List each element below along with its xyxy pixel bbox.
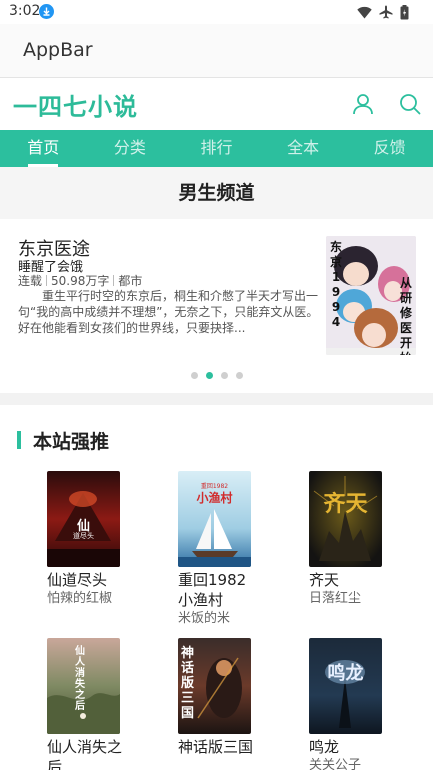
cover-char: 医 [399,321,412,335]
cover-text: 齐天 [323,492,368,517]
site-logo[interactable]: 一四七小说 [13,87,138,122]
book-cover[interactable]: 重回1982 小渔村 [178,471,251,567]
app-bar: AppBar [0,24,433,78]
tab-feedback[interactable]: 反馈 [346,130,433,167]
featured-book-card[interactable]: 东京医途 睡醒了会饿 连载 50.98万字 都市 重生平行时空的东京后，桐生和介… [0,219,433,393]
cover-char: 京 [329,255,342,269]
tab-complete[interactable]: 全本 [260,130,347,167]
cover-char: 9 [331,300,341,314]
book-title[interactable]: 仙道尽头 [47,570,123,590]
featured-status: 连载 [18,274,43,288]
book-title[interactable]: 仙人消失之后 [47,737,123,770]
cover-text: 鸣龙 [327,663,364,684]
download-icon [39,4,54,19]
tab-ranking[interactable]: 排行 [173,130,260,167]
cover-subtext: 道尽头 [73,532,94,540]
section-marker [17,431,21,449]
cover-char: 4 [331,315,341,329]
carousel-dot-active[interactable] [205,372,213,379]
book-title[interactable]: 神话版三国 [178,737,254,757]
cover-char: 修 [399,306,412,320]
book-cover[interactable]: 神话版三国 [178,638,251,734]
featured-cover[interactable]: 东 京 1 9 9 4 从 研 修 医 开 始 [326,236,416,355]
cover-char: 研 [399,291,412,305]
wifi-icon [357,6,372,18]
cover-text: 仙人消失之后 [75,646,85,712]
book-cover[interactable]: 齐天 [309,471,382,567]
book-author: 日落红尘 [309,591,362,606]
meta-divider [46,275,48,286]
featured-category: 都市 [118,274,143,288]
user-icon[interactable] [351,92,375,116]
carousel-indicator [0,372,433,379]
channel-title: 男生频道 [0,167,433,219]
book-author: 怕辣的红椒 [47,591,113,606]
cover-char: 开 [399,336,412,350]
cover-char: 9 [331,285,341,299]
main-nav: 首页 分类 排行 全本 反馈 [0,130,433,167]
meta-divider [113,275,115,286]
section-divider [0,393,433,405]
book-cover[interactable]: 仙人消失之后 [47,638,120,734]
carousel-dot[interactable] [235,372,243,379]
tab-home[interactable]: 首页 [0,130,87,167]
book-author: 关关公子 [309,758,362,770]
status-time: 3:02 [9,3,41,19]
cover-char: 东 [329,240,342,254]
cover-char: 1 [331,270,341,284]
book-cover[interactable]: 鸣龙 [309,638,382,734]
cover-char: 从 [399,276,412,290]
featured-description: 重生平行时空的东京后，桐生和介憋了半天才写出一句“我的高中成绩并不理想”，无奈之… [18,289,319,335]
status-icons [357,4,409,20]
cover-text: 神话版三国 [181,646,195,721]
book-card[interactable]: 仙 道尽头 仙道尽头 怕辣的红椒 [47,471,137,608]
book-author: 米饭的米 [178,611,231,626]
book-card[interactable]: 齐天 齐天 日落红尘 [309,471,399,608]
featured-meta: 连载 50.98万字 都市 [18,272,142,289]
book-title[interactable]: 齐天 [309,570,385,590]
book-card[interactable]: 重回1982 小渔村 重回1982小渔村 米饭的米 [178,471,268,628]
carousel-dot[interactable] [190,372,198,379]
book-card[interactable]: 鸣龙 鸣龙 关关公子 [309,638,399,770]
airplane-icon [379,5,393,19]
book-title[interactable]: 重回1982小渔村 [178,570,254,610]
appbar-title: AppBar [23,39,93,61]
cover-char: 始 [400,351,412,355]
carousel-dot[interactable] [220,372,228,379]
book-card[interactable]: 仙人消失之后 仙人消失之后 [47,638,137,770]
site-header: 一四七小说 [0,78,433,130]
status-bar: 3:02 [0,0,433,24]
tab-category[interactable]: 分类 [87,130,174,167]
search-icon[interactable] [398,92,422,116]
book-card[interactable]: 神话版三国 神话版三国 [178,638,268,757]
recommend-title: 本站强推 [33,431,110,453]
recommend-header: 本站强推 [0,405,433,465]
book-title[interactable]: 鸣龙 [309,737,385,757]
book-cover[interactable]: 仙 道尽头 [47,471,120,567]
featured-words: 50.98万字 [51,274,110,288]
cover-text: 小渔村 [196,491,233,505]
battery-icon [400,4,409,19]
